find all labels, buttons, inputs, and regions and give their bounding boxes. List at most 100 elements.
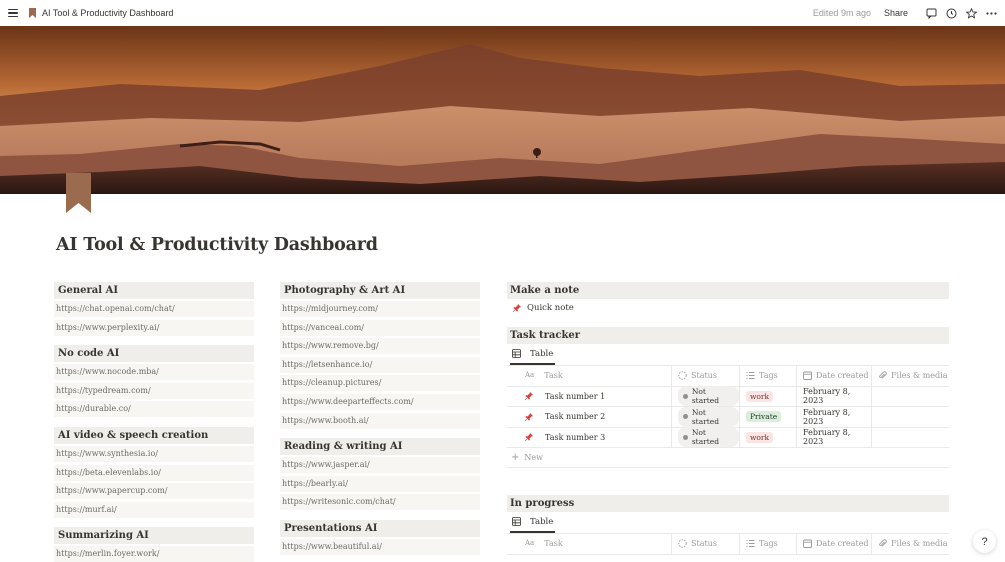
help-button[interactable]: ? xyxy=(973,530,996,553)
column-label: Files & media xyxy=(891,371,948,381)
table-header-row: Aa Task Status Tags Date created Files & … xyxy=(507,366,949,387)
section-heading: In progress xyxy=(507,495,949,512)
breadcrumb-title[interactable]: AI Tool & Productivity Dashboard xyxy=(42,8,173,18)
plus-icon: + xyxy=(511,452,520,463)
link-item[interactable]: https://typedream.com/ xyxy=(54,382,254,399)
cover-image xyxy=(0,26,1005,194)
tab-label: Table xyxy=(530,348,554,359)
link-item[interactable]: https://www.nocode.mba/ xyxy=(54,364,254,381)
link-item[interactable]: https://www.perplexity.ai/ xyxy=(54,319,254,336)
new-row-button[interactable]: + New xyxy=(507,448,949,468)
date-created: February 8, 2023 xyxy=(803,428,851,447)
task-name[interactable]: Task number 2 xyxy=(545,412,605,421)
pushpin-icon xyxy=(513,304,521,312)
table-row[interactable]: Task number 3 Not started work February … xyxy=(507,427,949,448)
column-header-task[interactable]: Aa Task xyxy=(507,366,672,386)
clock-icon[interactable] xyxy=(946,8,957,19)
edited-timestamp: Edited 9m ago xyxy=(812,8,871,18)
link-item[interactable]: https://beta.elevenlabs.io/ xyxy=(54,464,254,481)
column-header-task[interactable]: Aa Task xyxy=(507,534,672,554)
task-name[interactable]: Task number 3 xyxy=(545,433,605,442)
link-item[interactable]: https://www.deeparteffects.com/ xyxy=(280,393,480,410)
page-title[interactable]: AI Tool & Productivity Dashboard xyxy=(56,235,378,255)
tab-table-view[interactable]: Table xyxy=(510,512,556,533)
pushpin-icon xyxy=(525,433,533,442)
link-item[interactable]: https://murf.ai/ xyxy=(54,501,254,518)
column-header-date[interactable]: Date created xyxy=(797,534,872,554)
tag-badge[interactable]: work xyxy=(746,431,774,443)
topbar: AI Tool & Productivity Dashboard Edited … xyxy=(0,0,1005,26)
column-header-files[interactable]: Files & media xyxy=(872,534,949,554)
more-icon[interactable] xyxy=(986,8,997,19)
status-badge[interactable]: Not started xyxy=(678,427,739,448)
link-item[interactable]: https://www.synthesia.io/ xyxy=(54,445,254,462)
section-heading: Reading & writing AI xyxy=(280,438,480,456)
section-heading: Make a note xyxy=(507,282,949,299)
section-heading: Summarizing AI xyxy=(54,527,254,545)
table-row[interactable]: Task number 1 Not started work February … xyxy=(507,386,949,407)
link-item[interactable]: https://www.remove.bg/ xyxy=(280,338,480,355)
section-heading: No code AI xyxy=(54,345,254,363)
column-label: Date created xyxy=(816,371,869,381)
date-created: February 8, 2023 xyxy=(803,407,851,426)
bookmark-icon[interactable] xyxy=(66,173,91,213)
paperclip-icon xyxy=(879,539,887,547)
status-badge[interactable]: Not started xyxy=(678,386,739,407)
column-header-date[interactable]: Date created xyxy=(797,366,872,386)
column-label: Files & media xyxy=(891,539,948,549)
section-heading: General AI xyxy=(54,282,254,299)
tab-table-view[interactable]: Table xyxy=(510,344,556,365)
share-button[interactable]: Share xyxy=(884,8,908,18)
quick-note-label: Quick note xyxy=(527,303,574,313)
quick-note-item[interactable]: Quick note xyxy=(507,299,949,317)
tag-badge[interactable]: Private xyxy=(746,411,782,423)
progress-table: Aa Task Status Tags Date created Files & … xyxy=(507,533,949,555)
tab-label: Table xyxy=(530,516,554,527)
tag-badge[interactable]: work xyxy=(746,390,774,402)
link-item[interactable]: https://www.jasper.ai/ xyxy=(280,457,480,474)
column-header-tags[interactable]: Tags xyxy=(740,534,797,554)
links-column-1: General AI https://chat.openai.com/chat/… xyxy=(54,282,254,562)
new-row-label: New xyxy=(524,453,543,462)
column-label: Status xyxy=(691,539,717,549)
link-item[interactable]: https://vanceai.com/ xyxy=(280,319,480,336)
task-name[interactable]: Task number 1 xyxy=(545,392,605,401)
link-item[interactable]: https://durable.co/ xyxy=(54,401,254,418)
bookmark-icon xyxy=(29,8,36,18)
link-item[interactable]: https://cleanup.pictures/ xyxy=(280,375,480,392)
link-item[interactable]: https://writesonic.com/chat/ xyxy=(280,494,480,511)
status-badge[interactable]: Not started xyxy=(678,406,739,427)
link-item[interactable]: https://bearly.ai/ xyxy=(280,475,480,492)
status-icon xyxy=(678,539,687,548)
status-label: Not started xyxy=(691,407,720,426)
calendar-icon xyxy=(803,371,812,381)
files-cell[interactable] xyxy=(872,428,949,448)
table-row[interactable]: Task number 2 Not started Private Februa… xyxy=(507,406,949,428)
column-header-tags[interactable]: Tags xyxy=(740,366,797,386)
files-cell[interactable] xyxy=(872,407,949,427)
status-label: Not started xyxy=(691,387,720,406)
link-item[interactable]: https://midjourney.com/ xyxy=(280,301,480,317)
link-item[interactable]: https://chat.openai.com/chat/ xyxy=(54,301,254,317)
text-icon: Aa xyxy=(525,371,535,380)
column-label: Task xyxy=(544,539,563,549)
column-label: Status xyxy=(691,371,717,381)
date-created: February 8, 2023 xyxy=(803,387,851,406)
text-icon: Aa xyxy=(525,539,535,548)
link-item[interactable]: https://www.beautiful.ai/ xyxy=(280,538,480,555)
column-header-status[interactable]: Status xyxy=(672,534,740,554)
table-icon xyxy=(512,349,521,358)
link-item[interactable]: https://letsenhance.io/ xyxy=(280,356,480,373)
link-item[interactable]: https://www.booth.ai/ xyxy=(280,412,480,429)
column-header-status[interactable]: Status xyxy=(672,366,740,386)
table-icon xyxy=(512,517,521,526)
link-item[interactable]: https://www.papercup.com/ xyxy=(54,483,254,500)
star-icon[interactable] xyxy=(966,7,977,19)
menu-icon[interactable] xyxy=(8,9,18,17)
column-header-files[interactable]: Files & media xyxy=(872,366,949,386)
comment-icon[interactable] xyxy=(926,8,937,19)
link-item[interactable]: https://merlin.foyer.work/ xyxy=(54,546,254,562)
column-label: Tags xyxy=(759,539,778,549)
files-cell[interactable] xyxy=(872,387,949,407)
links-column-2: Photography & Art AI https://midjourney.… xyxy=(280,282,480,558)
